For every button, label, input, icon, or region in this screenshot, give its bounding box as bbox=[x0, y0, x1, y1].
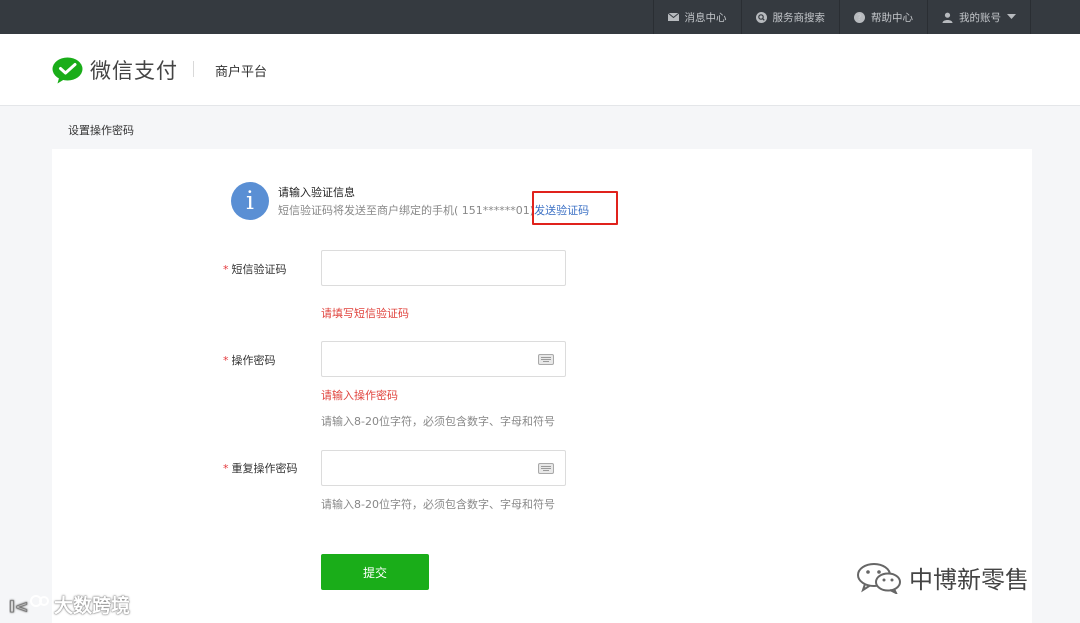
watermark-right-text: 中博新零售 bbox=[909, 566, 1029, 594]
repeat-password-label-text: 重复操作密码 bbox=[231, 462, 298, 475]
password-hint: 请输入8-20位字符，必须包含数字、字母和符号 bbox=[321, 415, 555, 428]
topbar-help-label: 帮助中心 bbox=[871, 11, 913, 24]
sms-code-label-text: 短信验证码 bbox=[231, 263, 287, 276]
sms-code-label: * 短信验证码 bbox=[223, 261, 287, 277]
required-mark: * bbox=[223, 462, 229, 475]
watermark-right: 中博新零售 bbox=[855, 560, 1029, 595]
sms-code-field[interactable] bbox=[321, 250, 566, 286]
password-label: * 操作密码 bbox=[223, 352, 276, 368]
info-icon: i bbox=[231, 182, 269, 220]
chevron-down-icon bbox=[1007, 14, 1016, 20]
repeat-password-hint: 请输入8-20位字符，必须包含数字、字母和符号 bbox=[321, 498, 555, 511]
topbar-messages[interactable]: 消息中心 bbox=[652, 0, 741, 34]
wechat-pay-icon bbox=[52, 57, 83, 84]
watermark-left: I< 大数跨境 bbox=[9, 591, 130, 618]
submit-button[interactable]: 提交 bbox=[321, 554, 429, 590]
password-field[interactable] bbox=[321, 341, 566, 377]
top-bar: 消息中心 服务商搜索 ? 帮助中心 我的账号 bbox=[0, 0, 1080, 34]
keyboard-icon[interactable] bbox=[538, 463, 554, 474]
repeat-password-label: * 重复操作密码 bbox=[223, 460, 298, 476]
sms-code-input[interactable] bbox=[322, 251, 565, 285]
main-panel: 设置操作密码 i 请输入验证信息 短信验证码将发送至商户绑定的手机( 151**… bbox=[52, 107, 1032, 623]
page-header: 设置操作密码 bbox=[52, 107, 1032, 149]
page-title: 设置操作密码 bbox=[68, 124, 134, 137]
password-error: 请输入操作密码 bbox=[321, 389, 398, 402]
notice-desc-text: 短信验证码将发送至商户绑定的手机( 151******01) bbox=[278, 204, 535, 217]
user-icon bbox=[942, 12, 953, 23]
keyboard-icon[interactable] bbox=[538, 354, 554, 365]
wechat-icon bbox=[855, 562, 903, 594]
topbar-account[interactable]: 我的账号 bbox=[927, 0, 1031, 34]
topbar-account-label: 我的账号 bbox=[959, 11, 1001, 24]
topbar-help[interactable]: ? 帮助中心 bbox=[839, 0, 927, 34]
help-icon: ? bbox=[854, 11, 865, 23]
top-menu: 消息中心 服务商搜索 ? 帮助中心 我的账号 bbox=[652, 0, 1031, 34]
required-mark: * bbox=[223, 263, 229, 276]
sms-code-error: 请填写短信验证码 bbox=[321, 307, 409, 320]
required-mark: * bbox=[223, 354, 229, 367]
password-input[interactable] bbox=[322, 342, 565, 376]
repeat-password-input[interactable] bbox=[322, 451, 565, 485]
header: 微信支付 商户平台 bbox=[0, 34, 1080, 106]
notice-title: 请输入验证信息 bbox=[278, 186, 355, 199]
topbar-provider-search[interactable]: 服务商搜索 bbox=[740, 0, 840, 34]
watermark-left-icon: I< bbox=[9, 594, 49, 616]
svg-text:I<: I< bbox=[9, 597, 28, 616]
search-icon bbox=[755, 11, 767, 23]
topbar-messages-label: 消息中心 bbox=[684, 11, 727, 24]
logo-text: 微信支付 bbox=[90, 59, 178, 83]
highlight-box bbox=[532, 191, 618, 225]
mail-icon bbox=[667, 13, 679, 21]
repeat-password-field[interactable] bbox=[321, 450, 566, 486]
password-label-text: 操作密码 bbox=[231, 354, 276, 367]
topbar-provider-search-label: 服务商搜索 bbox=[772, 11, 826, 24]
header-divider bbox=[193, 61, 194, 77]
wechat-pay-logo[interactable]: 微信支付 bbox=[52, 55, 178, 85]
watermark-left-text: 大数跨境 bbox=[54, 595, 131, 617]
platform-name: 商户平台 bbox=[215, 65, 268, 80]
